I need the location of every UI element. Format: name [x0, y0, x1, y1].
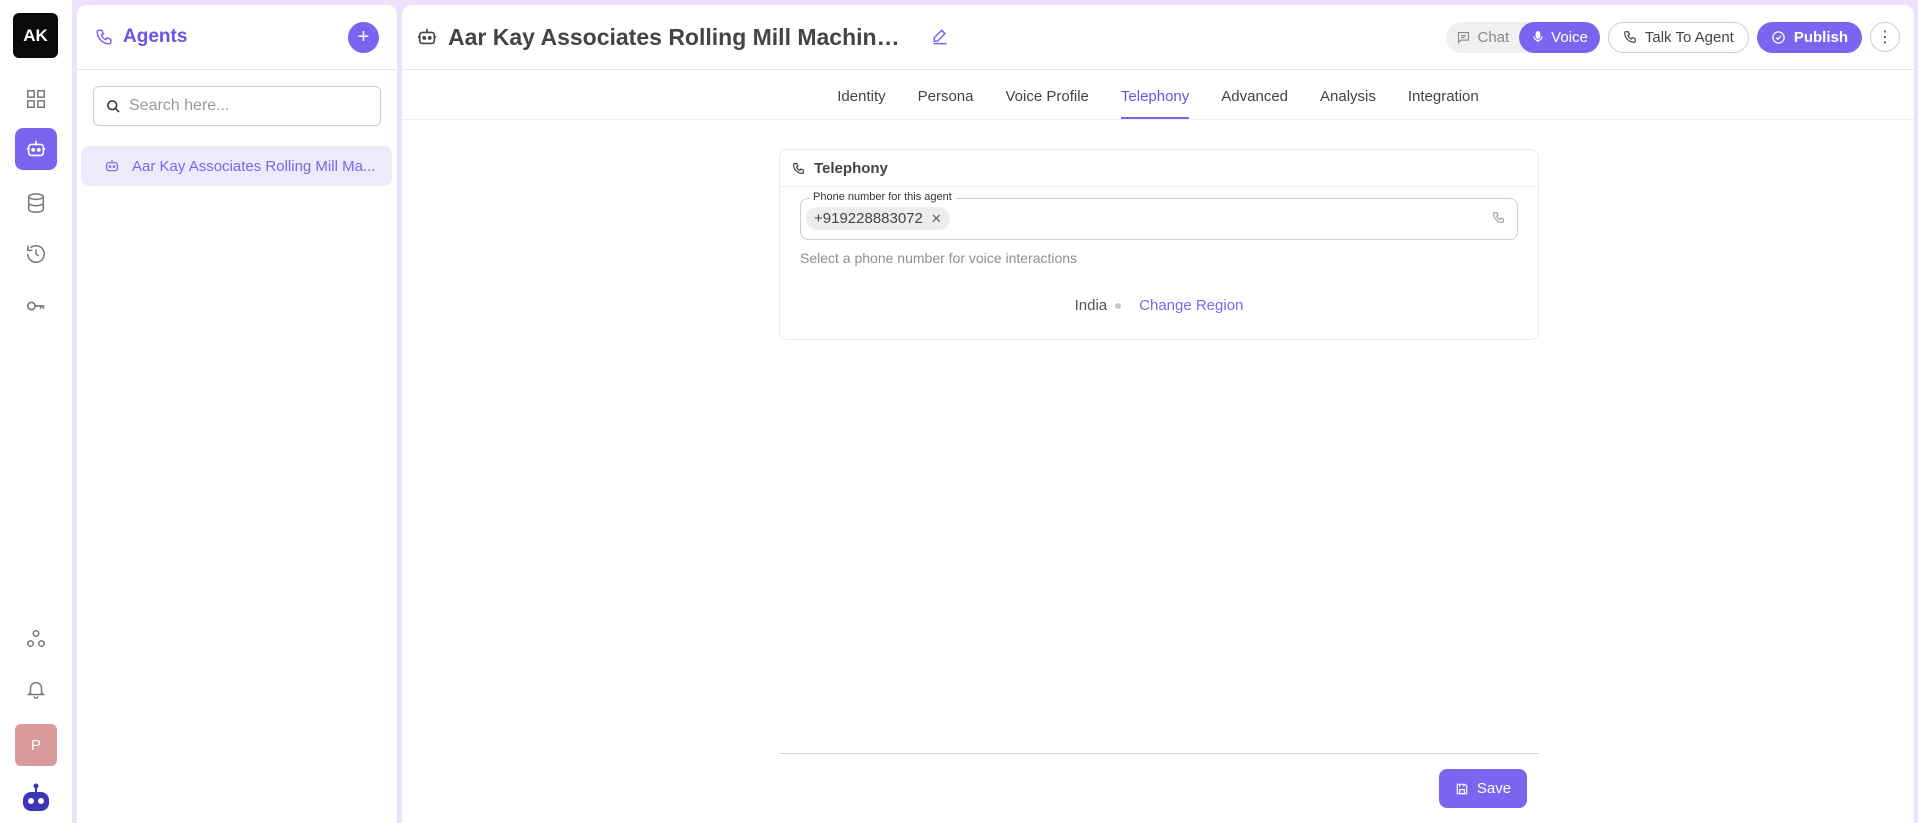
- workspace-logo[interactable]: AK: [13, 13, 58, 58]
- agents-panel: Agents + Aar Kay Associates Rolling Mill…: [77, 5, 397, 823]
- agent-header: Aar Kay Associates Rolling Mill Machiner…: [402, 5, 1914, 70]
- chat-icon: [1458, 31, 1470, 44]
- robot-icon: [104, 158, 120, 174]
- tab-identity[interactable]: Identity: [837, 88, 885, 119]
- grid-icon[interactable]: [15, 78, 57, 120]
- mode-toggle: Chat Voice: [1446, 21, 1600, 53]
- tab-analysis[interactable]: Analysis: [1320, 88, 1376, 119]
- microphone-icon: [1533, 31, 1543, 43]
- save-label: Save: [1476, 780, 1512, 797]
- region-name: India: [1074, 297, 1108, 314]
- chat-mode-button[interactable]: Chat: [1446, 29, 1519, 46]
- chat-mode-label: Chat: [1477, 28, 1510, 46]
- telephony-section-title: Telephony: [814, 159, 888, 177]
- tab-persona[interactable]: Persona: [918, 88, 974, 119]
- search-input[interactable]: [129, 97, 368, 115]
- search-box[interactable]: [93, 86, 381, 126]
- tab-voice-profile[interactable]: Voice Profile: [1006, 88, 1089, 119]
- telephony-card: Telephony Phone number for this agent +9…: [779, 149, 1539, 340]
- agents-title: Agents: [123, 26, 188, 47]
- edit-pencil-icon[interactable]: [930, 27, 950, 47]
- telephony-card-header: Telephony: [780, 150, 1538, 187]
- footer-divider: [779, 753, 1539, 754]
- tab-bar: Identity Persona Voice Profile Telephony…: [402, 70, 1914, 120]
- phone-number-chip-text: +919228883072: [814, 210, 923, 227]
- more-options-icon[interactable]: ⋮: [1870, 22, 1900, 52]
- robot-icon: [416, 26, 438, 48]
- voice-mode-button[interactable]: Voice: [1519, 21, 1600, 53]
- user-avatar[interactable]: P: [15, 724, 57, 766]
- talk-to-agent-label: Talk To Agent: [1644, 28, 1734, 46]
- database-icon[interactable]: [15, 182, 57, 224]
- agent-list-item[interactable]: Aar Kay Associates Rolling Mill Ma...: [81, 146, 392, 186]
- publish-button[interactable]: Publish: [1756, 21, 1862, 53]
- agents-panel-header: Agents +: [77, 5, 397, 70]
- robot-icon[interactable]: [15, 128, 57, 170]
- phone-icon: [1624, 31, 1636, 43]
- assistant-bot-icon[interactable]: [16, 780, 56, 816]
- tab-advanced[interactable]: Advanced: [1221, 88, 1288, 119]
- phone-icon: [95, 28, 113, 46]
- key-icon[interactable]: [15, 285, 57, 327]
- panel-resize-handle[interactable]: [397, 130, 399, 190]
- region-row: India Change Region: [780, 297, 1538, 314]
- phone-number-select[interactable]: Phone number for this agent +91922888307…: [800, 191, 1518, 240]
- phone-icon: [1492, 211, 1505, 224]
- add-agent-button[interactable]: +: [348, 21, 379, 53]
- phone-number-field-label: Phone number for this agent: [809, 191, 956, 203]
- remove-chip-icon[interactable]: ✕: [931, 211, 942, 227]
- phone-number-chip: +919228883072 ✕: [806, 207, 950, 230]
- share-icon[interactable]: [15, 618, 57, 660]
- icon-rail: AK P: [0, 0, 72, 823]
- tab-telephony[interactable]: Telephony: [1120, 88, 1190, 119]
- search-icon: [106, 99, 121, 114]
- phone-icon: [792, 162, 805, 175]
- history-icon[interactable]: [15, 233, 57, 275]
- phone-number-helper-text: Select a phone number for voice interact…: [800, 250, 1078, 266]
- voice-mode-label: Voice: [1551, 28, 1588, 46]
- change-region-link[interactable]: Change Region: [1139, 297, 1243, 314]
- agent-list-item-label: Aar Kay Associates Rolling Mill Ma...: [132, 157, 376, 175]
- region-separator-dot: [1115, 302, 1122, 309]
- talk-to-agent-button[interactable]: Talk To Agent: [1607, 21, 1749, 53]
- check-circle-icon: [1772, 30, 1785, 44]
- tab-integration[interactable]: Integration: [1408, 88, 1479, 119]
- agent-title: Aar Kay Associates Rolling Mill Machiner…: [448, 23, 903, 50]
- save-icon: [1456, 783, 1468, 794]
- save-button[interactable]: Save: [1439, 769, 1527, 808]
- main-area: Aar Kay Associates Rolling Mill Machiner…: [402, 5, 1914, 823]
- publish-label: Publish: [1793, 28, 1848, 46]
- bell-icon[interactable]: [15, 668, 57, 710]
